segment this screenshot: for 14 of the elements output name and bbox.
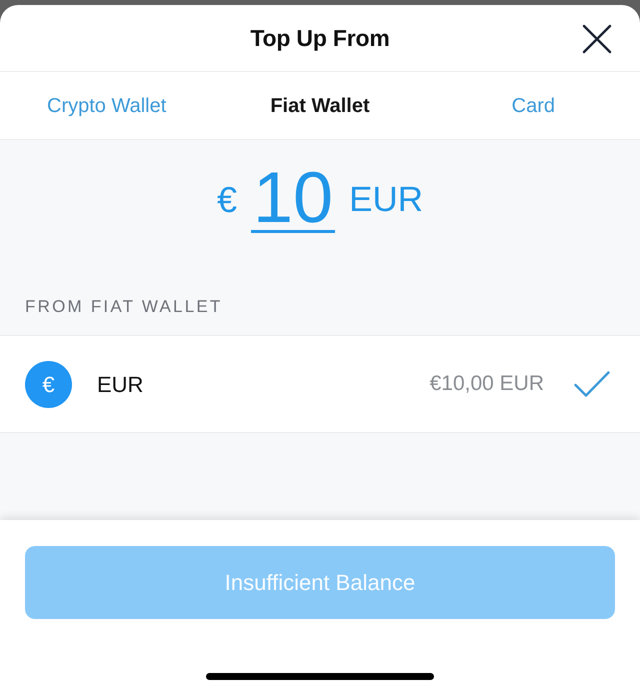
section-heading: FROM FIAT WALLET xyxy=(25,297,222,316)
source-tab[interactable]: Crypto Wallet xyxy=(47,90,166,120)
source-tab[interactable]: Fiat Wallet xyxy=(270,90,370,120)
amount-field[interactable]: 10 xyxy=(251,166,336,233)
close-button[interactable] xyxy=(581,23,613,55)
sheet-title: Top Up From xyxy=(250,24,390,53)
wallet-currency: EUR xyxy=(97,370,144,398)
currency-code: EUR xyxy=(349,182,424,217)
wallet-row[interactable]: € EUR €10,00 EUR xyxy=(0,335,640,433)
source-tab[interactable]: Card xyxy=(512,90,555,120)
wallet-balance: €10,00 EUR xyxy=(430,371,544,398)
currency-symbol: € xyxy=(216,182,238,218)
euro-coin-icon: € xyxy=(25,360,72,408)
close-icon xyxy=(582,24,612,54)
